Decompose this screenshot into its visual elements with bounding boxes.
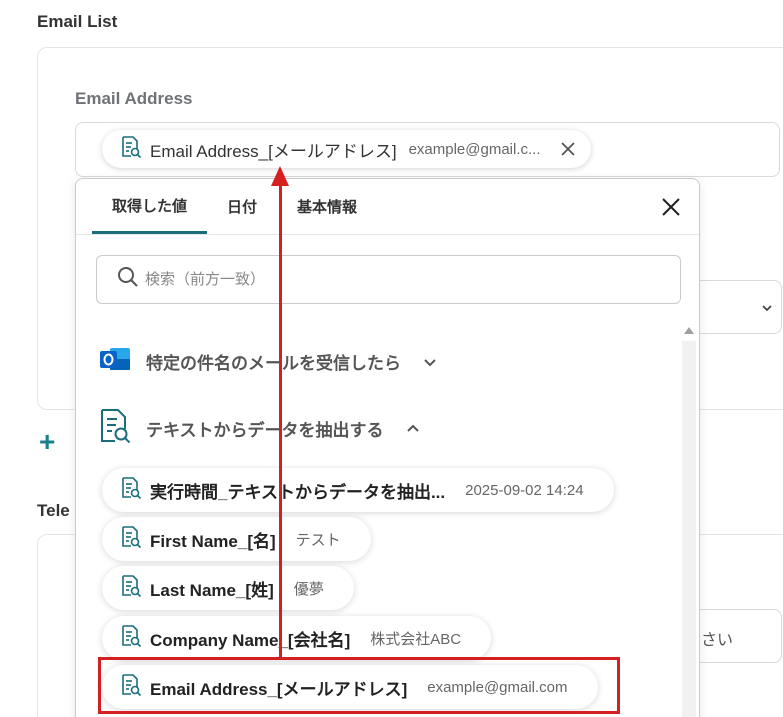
annotation-arrow-line — [279, 186, 282, 658]
side-select[interactable] — [690, 280, 782, 334]
document-search-icon — [120, 135, 142, 164]
selected-chip-value: example@gmail.c... — [408, 140, 541, 158]
outlook-icon — [98, 342, 132, 381]
document-search-icon — [120, 624, 142, 653]
chip-label: First Name_[名] — [150, 531, 276, 551]
close-icon[interactable] — [659, 195, 683, 219]
side-input[interactable]: さい — [690, 609, 782, 663]
annotation-highlight-box — [98, 657, 620, 714]
group-header-email-trigger[interactable]: 特定の件名のメールを受信したら — [98, 342, 437, 381]
search-input[interactable] — [145, 271, 645, 288]
search-box[interactable] — [96, 255, 681, 304]
chip-value: 優夢 — [293, 580, 324, 598]
tab-date[interactable]: 日付 — [207, 179, 277, 234]
scroll-up-arrow[interactable] — [684, 327, 694, 334]
tab-divider — [76, 234, 699, 235]
document-search-icon — [98, 407, 132, 450]
group-label: テキストからデータを抽出する — [146, 421, 384, 440]
add-icon[interactable]: + — [39, 428, 55, 456]
tab-retrieved-values[interactable]: 取得した値 — [92, 179, 208, 234]
selected-chip-label: Email Address_[メールアドレス] — [150, 141, 397, 161]
email-address-label: Email Address — [75, 89, 193, 108]
selected-variable-chip[interactable]: Email Address_[メールアドレス] example@gmail.c.… — [102, 130, 591, 168]
chevron-down-icon — [761, 301, 773, 319]
chip-label: Last Name_[姓] — [150, 580, 274, 600]
search-icon — [117, 266, 139, 293]
document-search-icon — [120, 525, 142, 554]
tab-basic-info[interactable]: 基本情報 — [277, 179, 377, 234]
chip-value: 株式会社ABC — [370, 630, 462, 648]
variable-chip-last-name[interactable]: Last Name_[姓] 優夢 — [102, 566, 354, 610]
variable-chip-execution-time[interactable]: 実行時間_テキストからデータを抽出... 2025-09-02 14:24 — [102, 468, 614, 512]
annotation-arrow-head — [271, 166, 289, 186]
chip-label: 実行時間_テキストからデータを抽出... — [150, 482, 446, 502]
group-label: 特定の件名のメールを受信したら — [146, 354, 401, 373]
variable-chip-first-name[interactable]: First Name_[名] テスト — [102, 517, 371, 561]
section-title: Email List — [37, 12, 118, 31]
chip-value: 2025-09-02 14:24 — [465, 481, 584, 499]
telephone-label: Tele — [37, 501, 70, 520]
side-input-text: さい — [701, 632, 734, 649]
variable-chip-company-name[interactable]: Company Name_[会社名] 株式会社ABC — [102, 616, 492, 660]
chevron-down-icon — [423, 355, 437, 369]
chip-label: Company Name_[会社名] — [150, 630, 351, 650]
group-header-text-extraction[interactable]: テキストからデータを抽出する — [98, 407, 420, 450]
scrollbar[interactable] — [682, 341, 696, 717]
chevron-up-icon — [406, 422, 420, 436]
chip-value: テスト — [295, 531, 341, 549]
tab-bar: 取得した値 日付 基本情報 — [92, 179, 377, 234]
document-search-icon — [120, 574, 142, 603]
variable-picker-dropdown: 取得した値 日付 基本情報 特定の件名のメールを受信したら — [75, 178, 700, 717]
close-icon[interactable] — [557, 138, 579, 160]
document-search-icon — [120, 476, 142, 505]
